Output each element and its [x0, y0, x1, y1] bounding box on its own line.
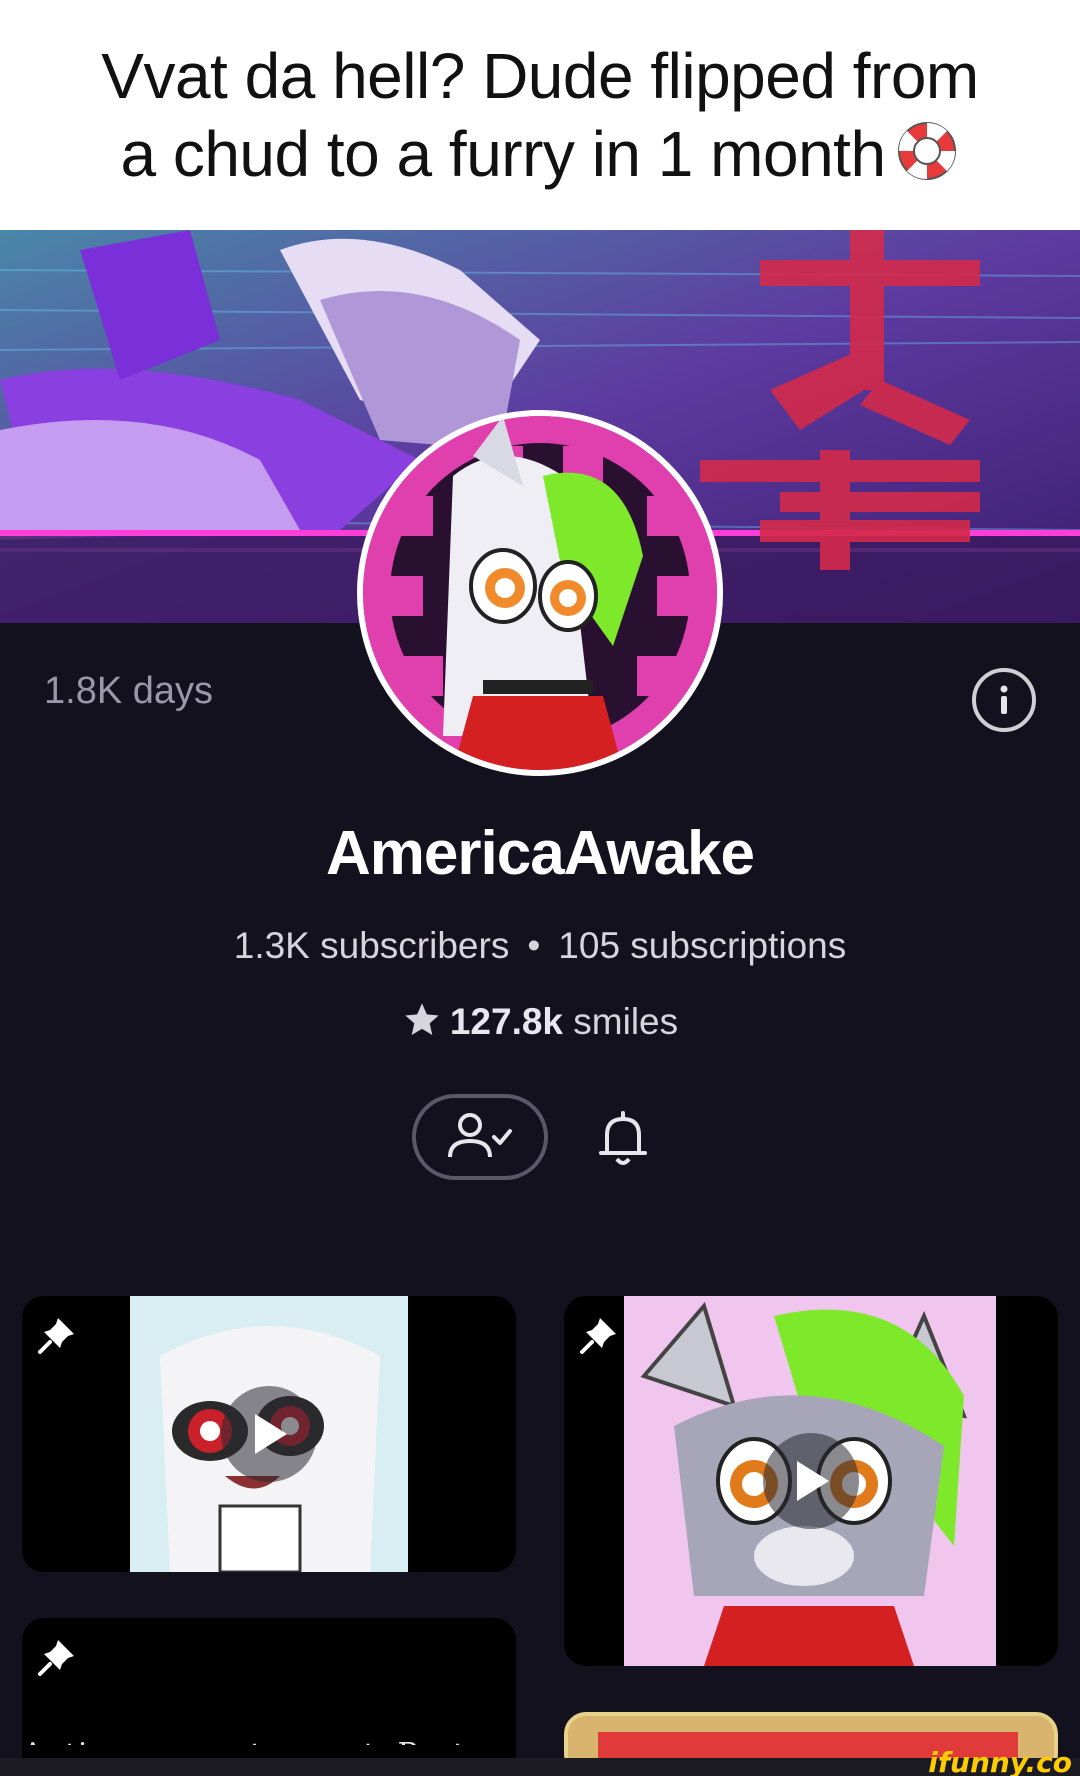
play-button[interactable] — [763, 1433, 859, 1529]
subscriptions-count[interactable]: 105 subscriptions — [558, 925, 846, 966]
play-icon — [797, 1461, 829, 1501]
meme-caption: Vvat da hell? Dude flipped from a chud t… — [0, 0, 1080, 230]
bottom-bar — [0, 1758, 1080, 1776]
watermark: ifunny.co — [928, 1746, 1072, 1776]
info-icon — [1000, 685, 1008, 714]
subscribers-count[interactable]: 1.3K subscribers — [234, 925, 510, 966]
pin-icon — [38, 1318, 74, 1354]
post-card-2[interactable] — [564, 1296, 1058, 1666]
channel-username: AmericaAwake — [325, 819, 755, 888]
bell-icon — [599, 1111, 647, 1165]
caption-line-1: Vvat da hell? Dude flipped from — [101, 40, 979, 112]
info-button[interactable] — [972, 668, 1036, 732]
caption-line-2-text: a chud to a furry in 1 month — [120, 118, 886, 190]
smiles-stat: 127.8k smiles — [0, 1000, 1080, 1043]
stats-separator: • — [527, 925, 541, 966]
post-card-1[interactable] — [22, 1296, 516, 1572]
star-icon — [405, 1003, 439, 1035]
play-button[interactable] — [221, 1386, 317, 1482]
channel-age: 1.8K days — [44, 670, 213, 712]
pin-icon — [580, 1318, 616, 1354]
play-icon — [255, 1414, 287, 1454]
avatar-artwork — [363, 416, 717, 770]
caption-line-2: a chud to a furry in 1 month — [120, 115, 959, 193]
channel-stats: 1.3K subscribers • 105 subscriptions — [0, 925, 1080, 967]
post-text-preview: Anti-porn master post. Post — [22, 1725, 512, 1745]
smiles-label: smiles — [573, 1001, 679, 1042]
channel-avatar[interactable] — [357, 410, 723, 776]
post-card-3[interactable] — [22, 1618, 516, 1776]
lifebuoy-icon — [897, 122, 956, 180]
pin-icon — [38, 1640, 74, 1676]
smiles-count: 127.8k — [449, 1001, 564, 1042]
subscribed-button[interactable] — [412, 1094, 548, 1180]
user-check-icon — [448, 1113, 512, 1158]
notifications-button[interactable] — [590, 1106, 656, 1172]
